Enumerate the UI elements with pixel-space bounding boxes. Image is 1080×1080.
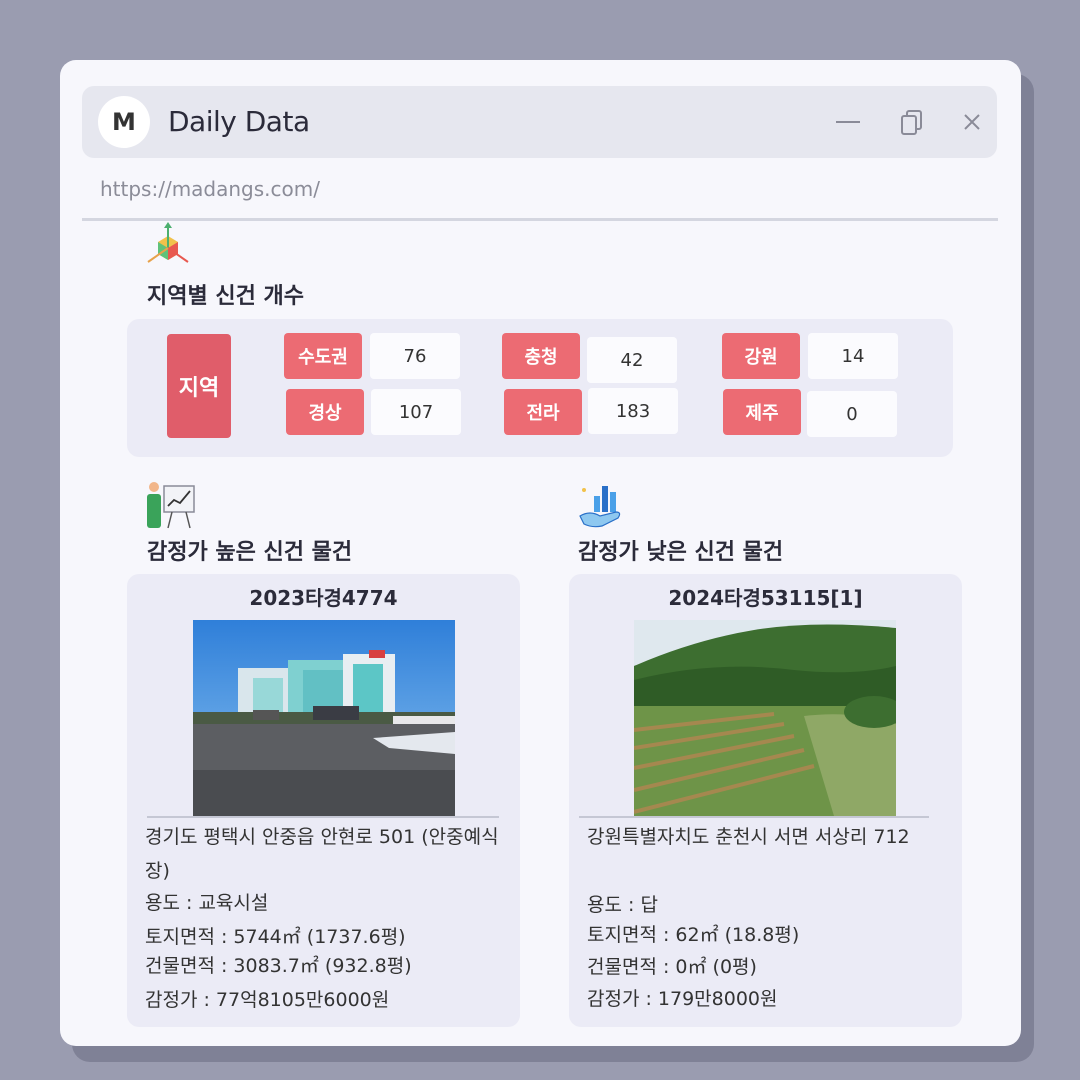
region-count-capital: 76 [370, 333, 460, 379]
property-usage: 용도 : 교육시설 [145, 892, 269, 914]
url-divider [82, 218, 998, 221]
high-property-card[interactable]: 2023타경4774 경기도 평택시 안중읍 안현로 501 (안중예식장) 용… [127, 574, 520, 1027]
property-land-area: 토지면적 : 62㎡ (18.8평) [587, 924, 800, 946]
3d-axes-cube-icon [144, 222, 192, 274]
presentation-chart-icon [144, 480, 196, 534]
hand-bar-chart-icon [576, 480, 624, 534]
region-tag-jeolla: 전라 [504, 389, 582, 435]
region-tag-capital: 수도권 [284, 333, 362, 379]
close-icon[interactable] [956, 106, 988, 138]
low-section-title: 감정가 낮은 신건 물건 [578, 540, 784, 565]
property-building-area: 건물면적 : 0㎡ (0평) [587, 956, 757, 978]
region-count-gyeongsang: 107 [371, 389, 461, 435]
region-count-jeju: 0 [807, 391, 897, 437]
app-window: M Daily Data https://madangs.com/ 지역별 신건 [60, 60, 1021, 1046]
app-title: Daily Data [168, 105, 310, 138]
region-label: 지역 [167, 334, 231, 438]
case-number[interactable]: 2024타경53115[1] [569, 582, 962, 611]
region-count-chungcheong: 42 [587, 337, 677, 383]
property-photo-field [634, 620, 896, 816]
property-photo-building [193, 620, 455, 816]
property-address: 경기도 평택시 안중읍 안현로 501 (안중예식장) [145, 826, 499, 882]
high-section-title: 감정가 높은 신건 물건 [147, 540, 353, 565]
url-bar[interactable]: https://madangs.com/ [100, 177, 320, 201]
region-count-gangwon: 14 [808, 333, 898, 379]
property-building-area: 건물면적 : 3083.7㎡ (932.8평) [145, 955, 412, 977]
property-address: 강원특별자치도 춘천시 서면 서상리 712 [587, 826, 910, 848]
app-logo: M [98, 96, 150, 148]
property-land-area: 토지면적 : 5744㎡ (1737.6평) [145, 926, 406, 948]
property-appraisal: 감정가 : 77억8105만6000원 [145, 989, 390, 1011]
copy-window-icon[interactable] [896, 106, 928, 138]
minimize-icon[interactable] [832, 106, 864, 138]
region-tag-chungcheong: 충청 [502, 333, 580, 379]
title-bar: M Daily Data [82, 86, 997, 158]
low-property-card[interactable]: 2024타경53115[1] 강원특별자치도 춘천시 서면 서상리 712 건물… [569, 574, 962, 1027]
property-usage: 용도 : 답 [587, 894, 658, 916]
region-tag-gyeongsang: 경상 [286, 389, 364, 435]
region-count-card: 지역 수도권 76 경상 107 충청 42 전라 183 강원 14 제주 0 [127, 319, 953, 457]
region-tag-jeju: 제주 [723, 389, 801, 435]
region-tag-gangwon: 강원 [722, 333, 800, 379]
region-count-jeolla: 183 [588, 388, 678, 434]
case-number[interactable]: 2023타경4774 [127, 582, 520, 611]
photo-divider [147, 816, 499, 818]
region-section-title: 지역별 신건 개수 [147, 284, 304, 309]
property-appraisal: 감정가 : 179만8000원 [587, 988, 778, 1010]
photo-divider [579, 816, 929, 818]
